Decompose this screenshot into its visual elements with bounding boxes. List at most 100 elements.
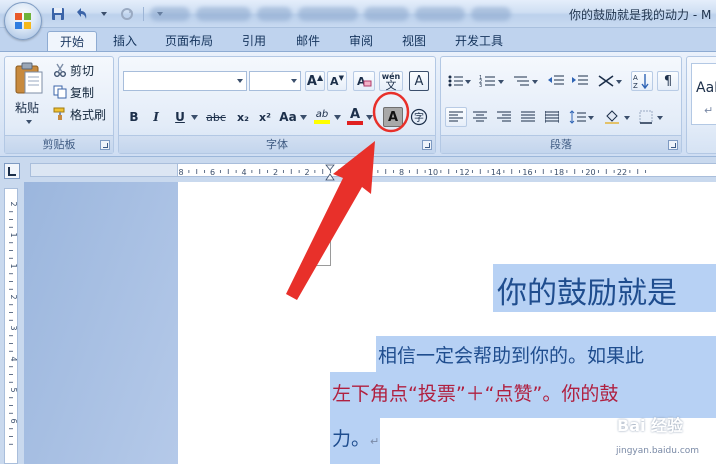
- tab-home[interactable]: 开始: [47, 31, 97, 52]
- character-shading-button[interactable]: A: [383, 107, 403, 127]
- italic-button[interactable]: I: [147, 107, 165, 127]
- document-line-3[interactable]: 力。↵: [332, 424, 379, 451]
- highlight-color-swatch: [314, 120, 330, 124]
- phonetic-guide-button[interactable]: wén 文: [379, 71, 403, 91]
- highlight-color-button[interactable]: ab: [311, 107, 333, 127]
- format-painter-button[interactable]: 格式刷: [53, 105, 106, 123]
- font-color-button[interactable]: A: [345, 107, 365, 127]
- office-button[interactable]: [4, 2, 42, 40]
- document-heading[interactable]: 你的鼓励就是: [497, 268, 677, 312]
- decrease-indent-icon: [548, 75, 564, 85]
- phonetic-guide-char: 文: [385, 79, 397, 92]
- paste-label: 粘贴: [15, 101, 40, 115]
- clear-formatting-button[interactable]: A: [353, 71, 375, 91]
- bold-button[interactable]: B: [125, 107, 143, 127]
- sort-button[interactable]: AZ: [631, 71, 653, 91]
- vertical-ruler-label: 2: [9, 294, 18, 299]
- document-line-2[interactable]: 左下角点“投票”＋“点赞”。你的鼓: [332, 379, 618, 406]
- copy-button[interactable]: 复制: [53, 83, 94, 101]
- paste-button[interactable]: 粘贴: [11, 61, 47, 131]
- redo-button[interactable]: [117, 5, 137, 23]
- font-group-label: 字体: [119, 135, 435, 153]
- margin-corner-mark: [303, 232, 331, 266]
- font-name-combo[interactable]: [123, 71, 247, 91]
- character-border-icon: A: [414, 73, 424, 89]
- ruler-label: 8: [399, 168, 404, 177]
- distributed-icon: [545, 111, 559, 123]
- shading-button[interactable]: [601, 107, 633, 127]
- tab-mailings[interactable]: 邮件: [287, 31, 329, 52]
- highlight-icon: ab: [315, 109, 329, 120]
- enclose-characters-icon: 字: [410, 108, 428, 126]
- vertical-ruler-label: 4: [9, 356, 18, 361]
- font-color-icon: A: [349, 107, 361, 122]
- tab-review[interactable]: 审阅: [340, 31, 382, 52]
- strikethrough-button[interactable]: abc: [203, 107, 229, 127]
- qat-separator: [143, 7, 144, 21]
- numbering-button[interactable]: 123: [477, 71, 507, 91]
- chinese-layout-icon: [598, 75, 622, 87]
- font-size-combo[interactable]: [249, 71, 301, 91]
- font-group: A ▲ A ▼ A wén 文 A B I U abc x₂ x² Aa ab A: [118, 56, 436, 154]
- baidu-watermark: Bai 经验: [617, 416, 684, 435]
- grow-font-button[interactable]: A ▲: [305, 71, 325, 91]
- tab-page-layout[interactable]: 页面布局: [156, 31, 222, 52]
- svg-text:Z: Z: [633, 82, 638, 89]
- underline-button[interactable]: U: [171, 107, 189, 127]
- align-left-icon: [449, 111, 463, 122]
- indent-marker[interactable]: [325, 164, 335, 181]
- styles-group: AaI ↵: [686, 56, 716, 154]
- align-center-button[interactable]: [469, 107, 491, 127]
- tab-insert[interactable]: 插入: [104, 31, 146, 52]
- ruler-label: 6: [367, 168, 372, 177]
- borders-button[interactable]: [637, 107, 667, 127]
- increase-indent-button[interactable]: [569, 71, 591, 91]
- align-left-button[interactable]: [445, 107, 467, 127]
- svg-text:3: 3: [479, 83, 482, 88]
- multilevel-list-button[interactable]: [511, 71, 541, 91]
- tab-view[interactable]: 视图: [393, 31, 435, 52]
- undo-button[interactable]: [71, 5, 91, 23]
- justify-icon: [521, 111, 535, 122]
- blurred-taskbar-area: [150, 2, 560, 26]
- justify-button[interactable]: [517, 107, 539, 127]
- style-preview-normal[interactable]: AaI ↵: [691, 63, 716, 125]
- title-bar: 你的鼓励就是我的动力 - M: [0, 0, 716, 28]
- vertical-ruler-label: 6: [9, 418, 18, 423]
- ribbon: 粘贴 剪切 复制 格式刷 剪贴板 A ▲ A ▼ A wén 文 A B I U…: [0, 51, 716, 157]
- superscript-button[interactable]: x²: [255, 107, 275, 127]
- bullets-button[interactable]: [445, 71, 473, 91]
- chevron-down-icon: [366, 115, 373, 120]
- font-dialog-launcher[interactable]: [422, 140, 432, 150]
- ruler-label: 4: [336, 168, 341, 177]
- shrink-font-button[interactable]: A ▼: [327, 71, 347, 91]
- style-paragraph-mark: ↵: [704, 104, 714, 117]
- undo-dropdown[interactable]: [94, 5, 114, 23]
- clipboard-dialog-launcher[interactable]: [100, 140, 110, 150]
- vertical-ruler-label: 1: [9, 232, 18, 237]
- tab-developer[interactable]: 开发工具: [446, 31, 512, 52]
- subscript-button[interactable]: x₂: [233, 107, 253, 127]
- cut-button[interactable]: 剪切: [53, 61, 94, 79]
- font-color-swatch: [347, 121, 363, 125]
- change-case-button[interactable]: Aa: [277, 107, 299, 127]
- enclose-characters-button[interactable]: 字: [409, 107, 429, 127]
- undo-icon: [77, 8, 87, 19]
- format-painter-label: 格式刷: [70, 107, 107, 122]
- chinese-layout-button[interactable]: [595, 71, 625, 91]
- character-border-button[interactable]: A: [409, 71, 429, 91]
- decrease-indent-button[interactable]: [545, 71, 567, 91]
- align-right-button[interactable]: [493, 107, 515, 127]
- distributed-button[interactable]: [541, 107, 563, 127]
- character-shading-icon: A: [387, 109, 399, 125]
- svg-text:字: 字: [414, 111, 424, 124]
- line-spacing-button[interactable]: [567, 107, 597, 127]
- show-formatting-marks-button[interactable]: ¶: [657, 71, 679, 91]
- paragraph-dialog-launcher[interactable]: [668, 140, 678, 150]
- document-line-1[interactable]: 相信一定会帮助到你的。如果此: [378, 341, 644, 368]
- ruler-label: 12: [459, 168, 469, 177]
- save-button[interactable]: [48, 5, 68, 23]
- copy-label: 复制: [70, 85, 95, 100]
- align-center-icon: [473, 111, 487, 122]
- tab-references[interactable]: 引用: [233, 31, 275, 52]
